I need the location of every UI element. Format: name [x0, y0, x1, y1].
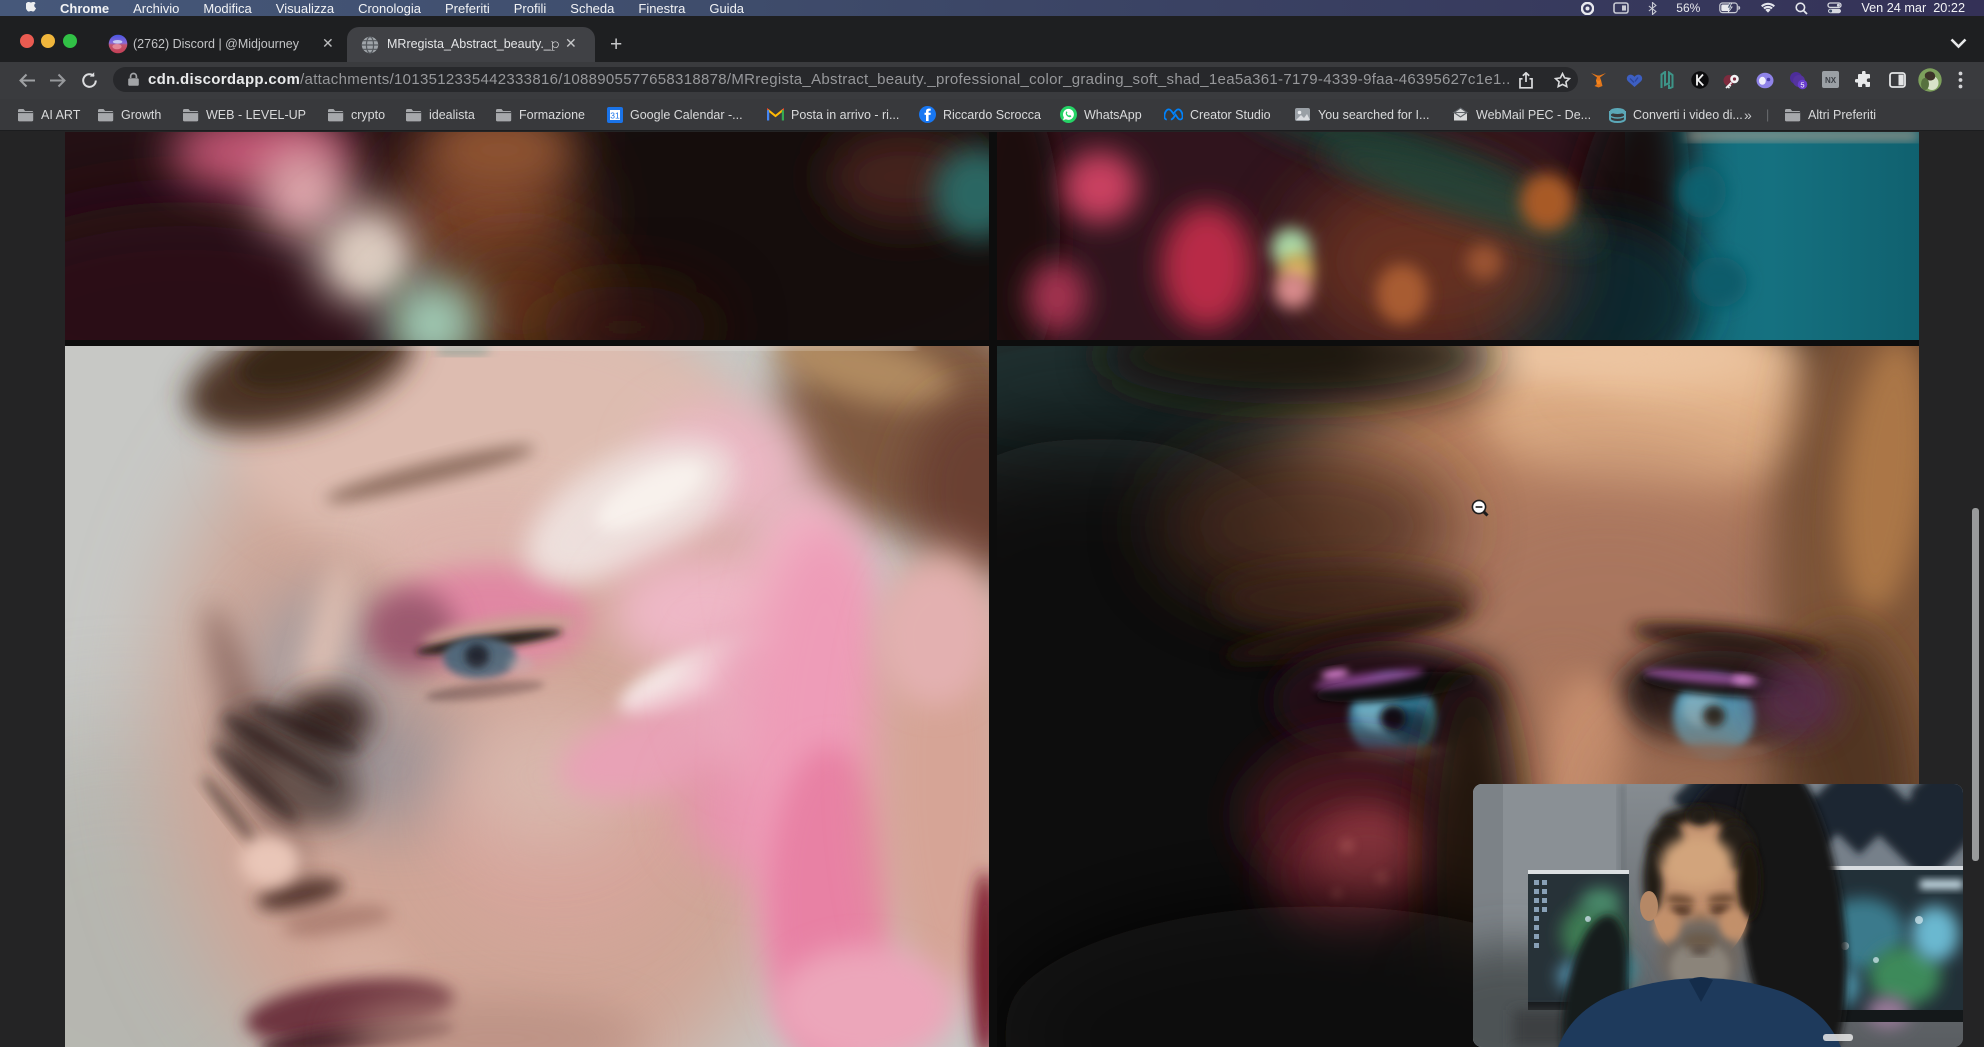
svg-text:31: 31: [610, 110, 620, 120]
svg-text:NX: NX: [1825, 76, 1837, 85]
svg-text:5: 5: [1800, 80, 1804, 89]
